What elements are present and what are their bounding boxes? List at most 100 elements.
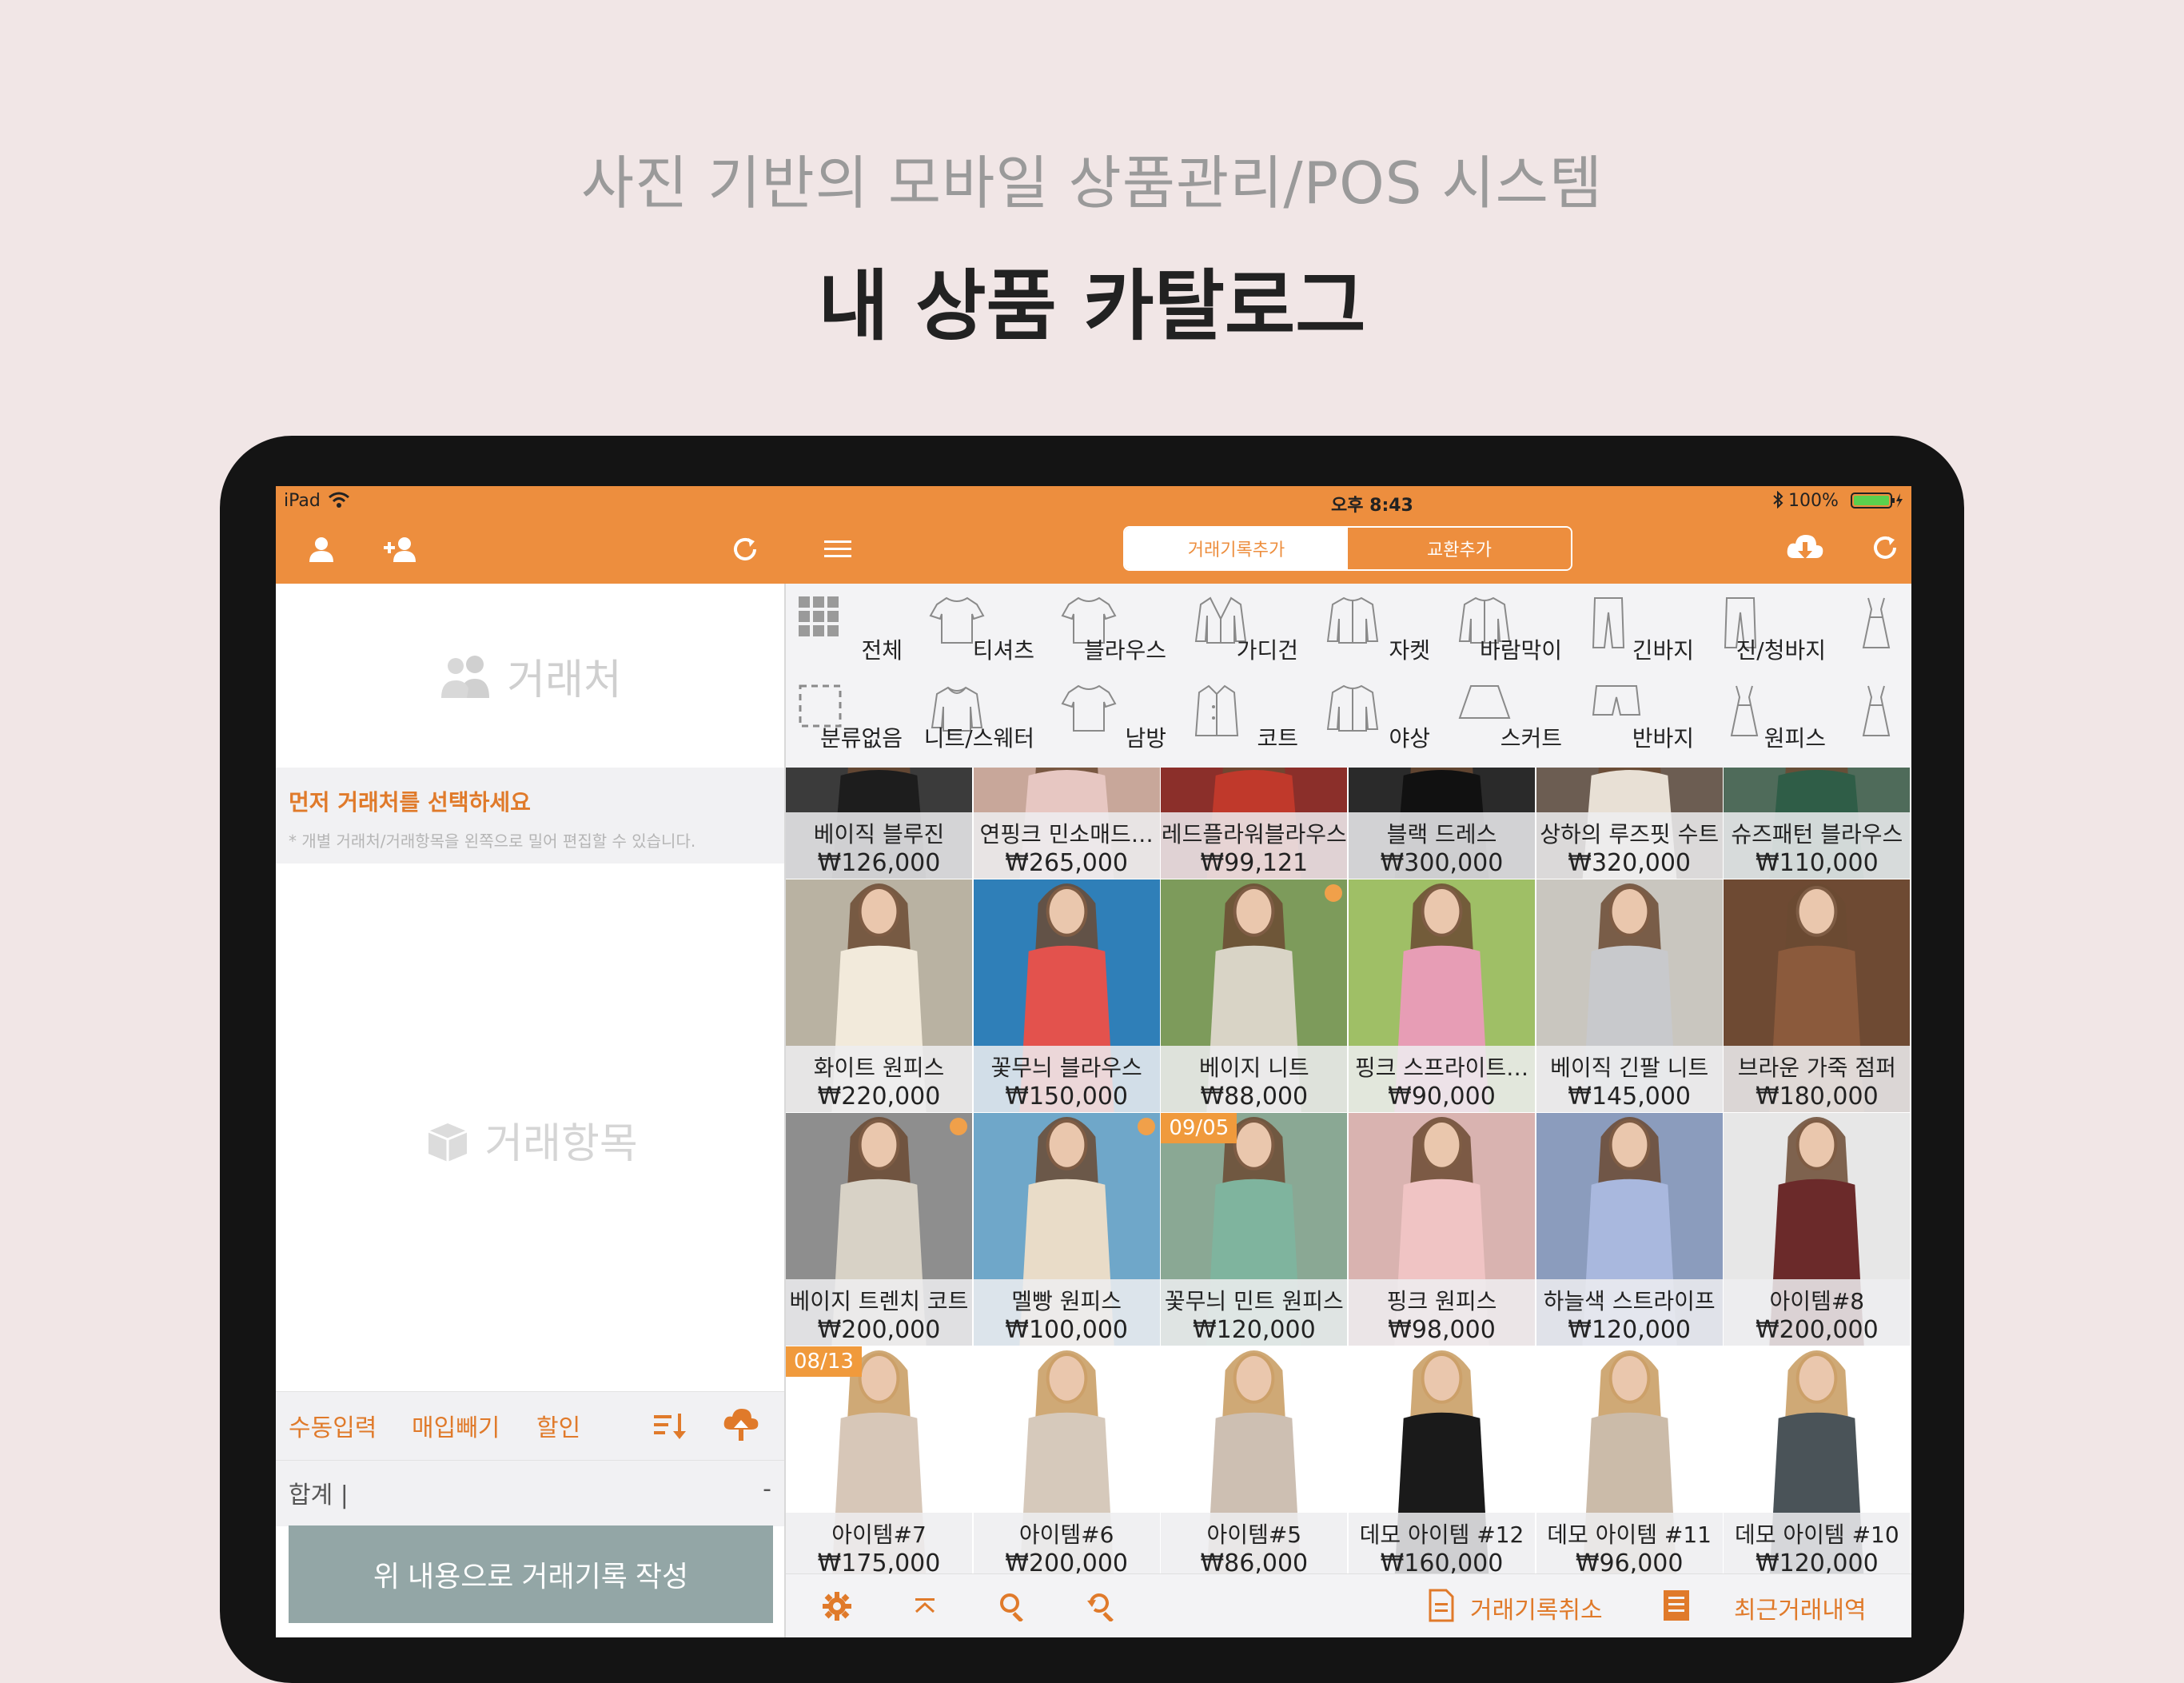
product-card[interactable]: 상하의 루즈핏 수트 ₩320,000 [1536, 768, 1724, 879]
product-card[interactable]: 아이템#8 ₩200,000 [1724, 1113, 1911, 1346]
category-r2-5[interactable]: 스커트 [1445, 676, 1580, 766]
category-r2-8[interactable]: 3 [1841, 676, 1911, 766]
product-card[interactable]: 아이템#5 ₩86,000 [1161, 1346, 1349, 1573]
category-r2-2[interactable]: 남방 [1050, 676, 1184, 766]
total-value: - [763, 1475, 771, 1503]
cloud-download-icon[interactable] [1782, 528, 1828, 569]
product-price: ₩300,000 [1380, 849, 1504, 877]
product-price: ₩320,000 [1568, 849, 1692, 877]
manual-input-button[interactable]: 수동입력 [289, 1408, 377, 1443]
product-name: 하늘색 스트라이프 [1543, 1288, 1716, 1314]
product-price: ₩99,121 [1200, 849, 1309, 877]
product-card[interactable]: 데모 아이템 #12 ₩160,000 [1349, 1346, 1536, 1573]
product-card[interactable]: 베이지 트렌치 코트 ₩200,000 [786, 1113, 973, 1346]
category-r1-7[interactable]: 진/청바지 [1709, 588, 1843, 678]
cloud-upload-icon[interactable] [719, 1403, 763, 1446]
customer-placeholder-label: 거래처 [507, 656, 622, 704]
product-card[interactable]: 꽃무늬 민트 원피스 ₩120,000 09/05 [1161, 1113, 1349, 1346]
purchase-deduct-button[interactable]: 매입빼기 [412, 1408, 500, 1443]
product-price: ₩96,000 [1575, 1549, 1684, 1573]
product-price: ₩86,000 [1200, 1549, 1309, 1573]
product-card[interactable]: 아이템#6 ₩200,000 [973, 1346, 1161, 1573]
product-card[interactable]: 핑크 원피스 ₩98,000 [1349, 1113, 1536, 1346]
product-card[interactable]: 멜빵 원피스 ₩100,000 [973, 1113, 1161, 1346]
settings-gear-icon[interactable] [818, 1587, 856, 1625]
product-card[interactable]: 레드플라워블라우스 ₩99,121 [1161, 768, 1349, 879]
document-icon[interactable] [1425, 1585, 1457, 1625]
product-name: 베이지 니트 [1198, 1055, 1309, 1081]
product-card[interactable]: 아이템#7 ₩175,000 08/13 [786, 1346, 973, 1573]
product-card[interactable]: 연핑크 민소매드… ₩265,000 [973, 768, 1161, 879]
discount-button[interactable]: 할인 [536, 1408, 580, 1443]
create-record-button[interactable]: 위 내용으로 거래기록 작성 [289, 1525, 773, 1623]
status-device: iPad [284, 491, 321, 511]
product-card[interactable]: 베이직 블루진 ₩126,000 [786, 768, 973, 879]
category-r1-0[interactable]: 전체 [786, 588, 920, 678]
status-battery: 100% [1788, 491, 1839, 511]
category-r2-7[interactable]: 원피스 [1709, 676, 1843, 766]
tab-add-record[interactable]: 거래기록추가 [1125, 528, 1348, 569]
product-card[interactable]: 슈즈패턴 블라우스 ₩110,000 [1724, 768, 1911, 879]
category-r1-8[interactable]: 투 [1841, 588, 1911, 678]
category-r2-4[interactable]: 야상 [1313, 676, 1448, 766]
category-label: 티셔츠 [972, 637, 1034, 664]
category-label: 남방 [1125, 725, 1166, 752]
search-reset-icon[interactable] [1083, 1587, 1122, 1625]
page-subtitle: 사진 기반의 모바일 상품관리/POS 시스템 [580, 150, 1604, 217]
search-icon[interactable] [994, 1587, 1032, 1625]
customer-prompt: 먼저 거래처를 선택하세요 * 개별 거래처/거래항목을 왼쪽으로 밀어 편집할… [276, 768, 784, 863]
recent-transactions-button[interactable]: 최근거래내역 [1734, 1590, 1867, 1625]
customer-placeholder[interactable]: 거래처 [276, 584, 784, 768]
product-price: ₩200,000 [1755, 1316, 1879, 1344]
category-r2-1[interactable]: 니트/스웨터 [918, 676, 1052, 766]
category-bar: 전체 티셔츠 블라우스 가디건 자켓 바람막이 긴바지 진/청바지 투분류없음 니트/스웨터 남방 코… [786, 584, 1911, 768]
cancel-record-button[interactable]: 거래기록취소 [1470, 1590, 1603, 1625]
receipt-list-icon[interactable] [1659, 1585, 1694, 1625]
add-customer-icon[interactable] [378, 529, 426, 569]
category-r2-0[interactable]: 분류없음 [786, 676, 920, 766]
status-dot [1137, 1118, 1155, 1135]
product-price: ₩120,000 [1192, 1316, 1316, 1344]
refresh-icon[interactable] [1865, 528, 1905, 568]
product-card[interactable]: 핑크 스프라이트… ₩90,000 [1349, 879, 1536, 1113]
product-price: ₩220,000 [817, 1083, 941, 1111]
category-r1-6[interactable]: 긴바지 [1577, 588, 1712, 678]
product-name: 아이템#7 [831, 1521, 927, 1548]
sort-icon[interactable] [650, 1406, 690, 1446]
product-name: 데모 아이템 #12 [1359, 1521, 1524, 1548]
product-card[interactable]: 꽃무늬 블라우스 ₩150,000 [973, 879, 1161, 1113]
total-label: 합계 | [289, 1482, 349, 1510]
product-price: ₩88,000 [1200, 1083, 1309, 1111]
product-name: 아이템#8 [1769, 1288, 1865, 1314]
product-price: ₩110,000 [1755, 849, 1879, 877]
product-name: 아이템#5 [1206, 1521, 1302, 1548]
category-r1-2[interactable]: 블라우스 [1050, 588, 1184, 678]
category-r2-3[interactable]: 코트 [1182, 676, 1316, 766]
box-icon [428, 1123, 468, 1162]
category-label: 전체 [861, 637, 903, 664]
product-price: ₩180,000 [1755, 1083, 1879, 1111]
tab-add-exchange[interactable]: 교환추가 [1348, 528, 1571, 569]
mode-segment: 거래기록추가 교환추가 [1123, 526, 1572, 571]
product-card[interactable]: 베이지 니트 ₩88,000 [1161, 879, 1349, 1113]
product-card[interactable]: 브라운 가죽 점퍼 ₩180,000 [1724, 879, 1911, 1113]
category-r1-5[interactable]: 바람막이 [1445, 588, 1580, 678]
refresh-icon[interactable] [725, 529, 765, 569]
product-card[interactable]: 블랙 드레스 ₩300,000 [1349, 768, 1536, 879]
category-label: 스커트 [1500, 725, 1562, 752]
items-placeholder: 거래항목 [276, 863, 784, 1415]
menu-icon[interactable] [818, 531, 858, 568]
scroll-top-icon[interactable] [907, 1589, 943, 1624]
category-r1-3[interactable]: 가디건 [1182, 588, 1316, 678]
product-card[interactable]: 하늘색 스트라이프 ₩120,000 [1536, 1113, 1724, 1346]
product-card[interactable]: 화이트 원피스 ₩220,000 [786, 879, 973, 1113]
product-card[interactable]: 베이직 긴팔 니트 ₩145,000 [1536, 879, 1724, 1113]
category-r1-4[interactable]: 자켓 [1313, 588, 1448, 678]
customer-icon[interactable] [301, 529, 341, 569]
left-panel: iPad 거래처 먼저 거래처를 선택하세요 * 개별 거래처/거래항목을 왼쪽… [276, 486, 786, 1637]
category-r1-1[interactable]: 티셔츠 [918, 588, 1052, 678]
category-r2-6[interactable]: 반바지 [1577, 676, 1712, 766]
product-card[interactable]: 데모 아이템 #10 ₩120,000 [1724, 1346, 1911, 1573]
product-card[interactable]: 데모 아이템 #11 ₩96,000 [1536, 1346, 1724, 1573]
category-label: 반바지 [1632, 725, 1694, 752]
